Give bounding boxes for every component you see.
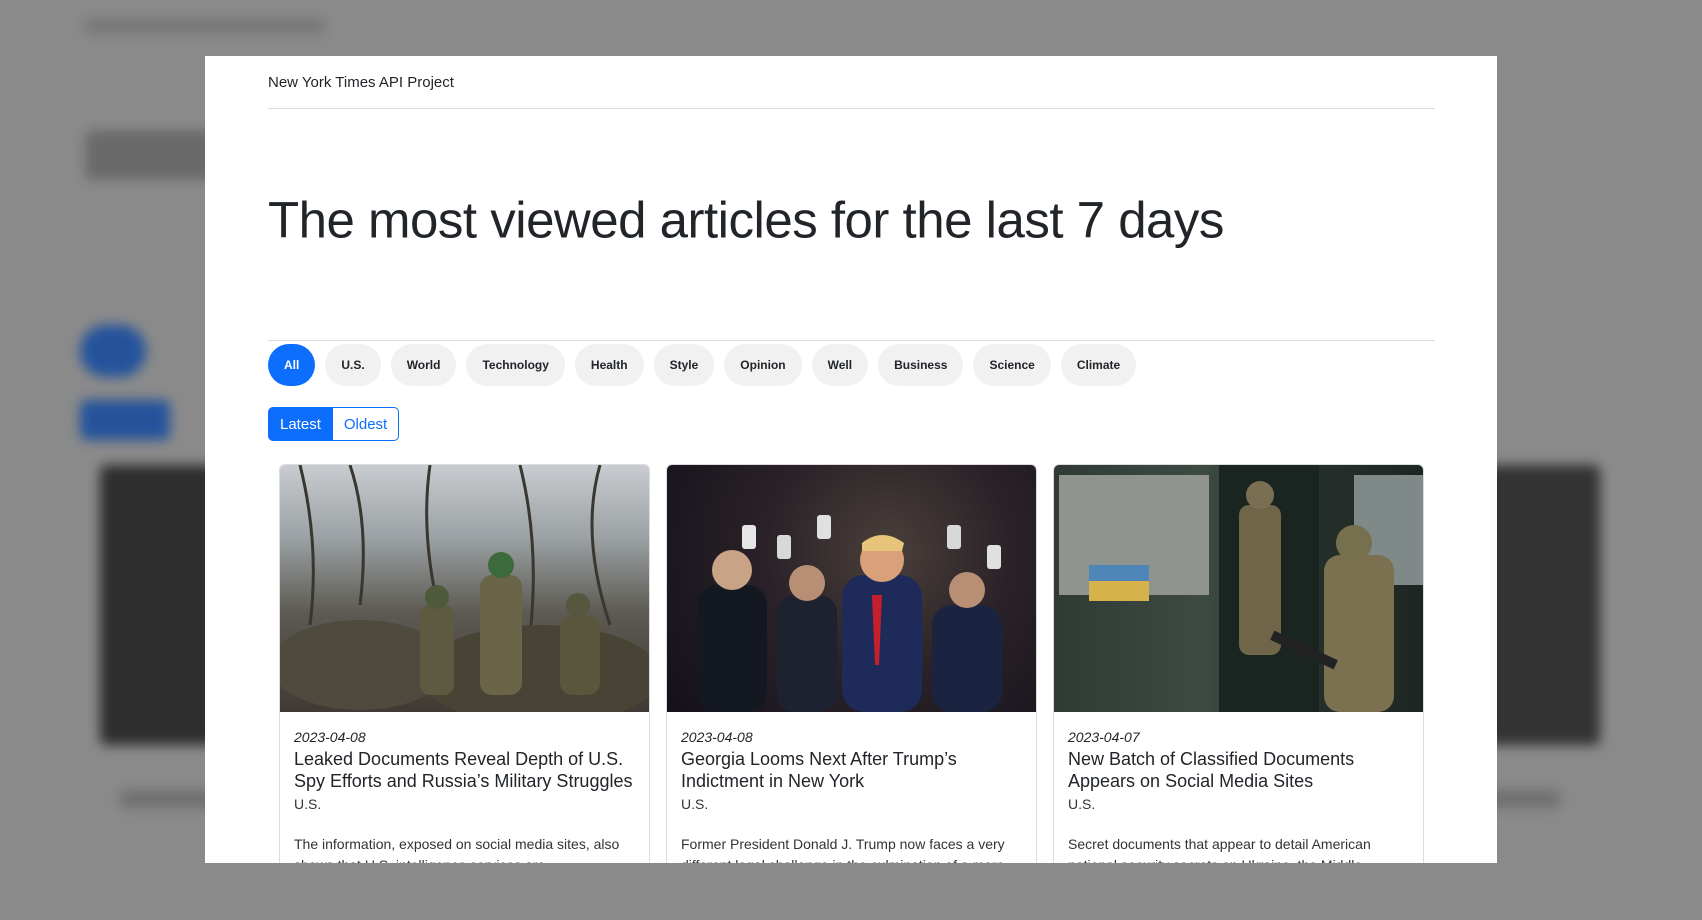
filter-pill-all[interactable]: All — [268, 344, 316, 386]
article-section: U.S. — [681, 796, 709, 812]
filter-pill-opinion[interactable]: Opinion — [724, 344, 802, 386]
article-section: U.S. — [294, 796, 322, 812]
article-card[interactable]: 2023-04-07 New Batch of Classified Docum… — [1053, 464, 1424, 863]
category-filter-bar: All U.S. World Technology Health Style O… — [268, 344, 1435, 386]
background-brand — [85, 18, 325, 34]
filter-pill-science[interactable]: Science — [973, 344, 1051, 386]
page-title: The most viewed articles for the last 7 … — [268, 191, 1224, 249]
filter-pill-technology[interactable]: Technology — [466, 344, 565, 386]
soldiers-bus-photo[interactable] — [1054, 465, 1423, 712]
filter-pill-us[interactable]: U.S. — [325, 344, 381, 386]
article-date: 2023-04-07 — [1068, 729, 1140, 745]
article-date: 2023-04-08 — [681, 729, 753, 745]
filter-pill-style[interactable]: Style — [653, 344, 715, 386]
article-section: U.S. — [1068, 796, 1096, 812]
photo-illustration — [280, 465, 649, 712]
soldiers-in-trench-photo[interactable] — [280, 465, 649, 712]
article-card[interactable]: 2023-04-08 Leaked Documents Reveal Depth… — [279, 464, 650, 863]
article-title[interactable]: Leaked Documents Reveal Depth of U.S. Sp… — [294, 748, 635, 792]
sort-toggle-group: Latest Oldest — [268, 407, 1435, 441]
filter-pill-business[interactable]: Business — [878, 344, 964, 386]
article-title[interactable]: New Batch of Classified Documents Appear… — [1068, 748, 1409, 792]
photo-illustration — [697, 515, 1002, 712]
filter-pill-health[interactable]: Health — [574, 344, 644, 386]
filter-pill-climate[interactable]: Climate — [1060, 344, 1137, 386]
article-abstract: The information, exposed on social media… — [294, 836, 620, 863]
article-card[interactable]: 2023-04-08 Georgia Looms Next After Trum… — [666, 464, 1037, 863]
photo-illustration — [1059, 465, 1423, 712]
modal-window: New York Times API Project The most view… — [205, 56, 1497, 863]
article-list: 2023-04-08 Leaked Documents Reveal Depth… — [279, 464, 1424, 863]
article-date: 2023-04-08 — [294, 729, 366, 745]
sort-latest-button[interactable]: Latest — [268, 407, 333, 441]
filter-pill-world[interactable]: World — [390, 344, 457, 386]
filter-pill-well[interactable]: Well — [811, 344, 869, 386]
article-abstract: Former President Donald J. Trump now fac… — [681, 836, 1005, 863]
crowd-with-phones-photo[interactable] — [667, 465, 1036, 712]
navbar: New York Times API Project — [268, 56, 1435, 109]
brand-link[interactable]: New York Times API Project — [268, 74, 454, 91]
page-header: The most viewed articles for the last 7 … — [268, 108, 1435, 341]
background-sort — [80, 400, 170, 440]
article-title[interactable]: Georgia Looms Next After Trump’s Indictm… — [681, 748, 1022, 792]
article-abstract: Secret documents that appear to detail A… — [1068, 836, 1371, 863]
background-pill — [80, 325, 146, 377]
sort-oldest-button[interactable]: Oldest — [332, 407, 400, 441]
